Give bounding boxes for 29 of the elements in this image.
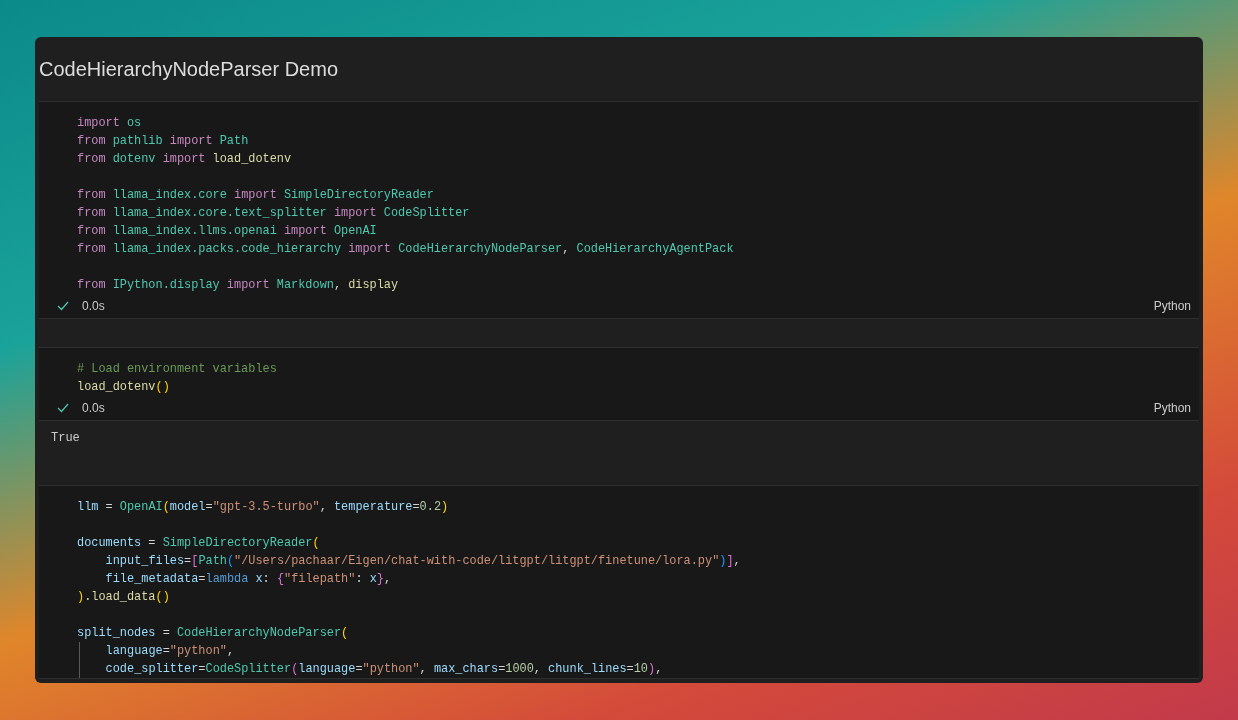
execution-time: 0.0s — [82, 400, 105, 417]
code-line: language="python", — [105, 643, 235, 660]
code-line: from llama_index.packs.code_hierarchy import CodeHierarchyNodeParser, CodeHierarchyAgentPack — [77, 241, 734, 258]
code-line: code_splitter=CodeSplitter(language="python", max_chars=1000, chunk_lines=10), — [105, 661, 663, 678]
code-line: from llama_index.core import SimpleDirectoryReader — [77, 187, 434, 204]
code-line: file_metadata=lambda x: {"filepath": x}, — [105, 571, 392, 588]
language-label[interactable]: Python — [1153, 399, 1191, 417]
check-icon — [57, 403, 69, 413]
execution-time: 0.0s — [82, 298, 105, 315]
code-cell[interactable] — [39, 485, 1199, 679]
code-line: from IPython.display import Markdown, display — [77, 277, 399, 294]
cell-output: True — [51, 431, 80, 445]
code-line: import os — [77, 115, 142, 132]
notebook-title: CodeHierarchyNodeParser Demo — [39, 57, 338, 82]
code-line: from pathlib import Path — [77, 133, 249, 150]
check-icon — [57, 301, 69, 311]
code-cell[interactable]: # Load environment variables load_dotenv() 0.0s Python — [39, 347, 1199, 421]
code-cell[interactable] — [39, 101, 1199, 319]
code-line: # Load environment variables — [77, 361, 277, 378]
code-line: input_files=[Path("/Users/pachaar/Eigen/chat-with-code/litgpt/litgpt/finetune/lora.py")], — [105, 553, 741, 570]
code-line: split_nodes = CodeHierarchyNodeParser( — [77, 625, 349, 642]
code-line: ).load_data() — [77, 589, 170, 606]
code-line: from llama_index.llms.openai import OpenAI — [77, 223, 377, 240]
code-line: llm = OpenAI(model="gpt-3.5-turbo", temperature=0.2) — [77, 499, 449, 516]
code-line: documents = SimpleDirectoryReader( — [77, 535, 320, 552]
code-line: from llama_index.core.text_splitter import CodeSplitter — [77, 205, 470, 222]
language-label[interactable]: Python — [1153, 297, 1191, 315]
code-line: load_dotenv() — [77, 379, 170, 396]
code-line: from dotenv import load_dotenv — [77, 151, 292, 168]
